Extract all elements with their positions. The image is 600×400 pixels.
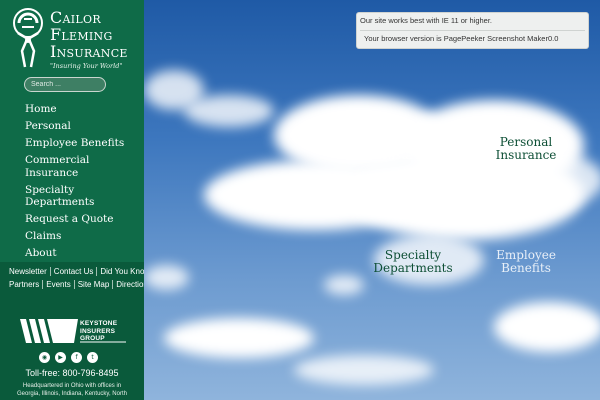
footer-links-row: Partners Events Site Map Directions [6, 280, 144, 289]
footer-links: Newsletter Contact Us Did You Know? Part… [6, 267, 144, 293]
atlas-emblem-icon [13, 8, 43, 68]
hq-line2: Georgia, Illinois, Indiana, Kentucky, No… [17, 391, 127, 397]
facebook-icon[interactable]: f [71, 352, 82, 363]
link-newsletter[interactable]: Newsletter [6, 267, 51, 276]
nav-item-specialty-departments[interactable]: Specialty Departments [25, 184, 137, 209]
link-contact-us[interactable]: Contact Us [51, 267, 98, 276]
nav-item-home[interactable]: Home [25, 103, 137, 116]
browser-notice: Our site works best with IE 11 or higher… [356, 12, 589, 49]
tile-employee-benefits[interactable]: Employee Benefits [476, 249, 576, 275]
keystone-logo[interactable]: KEYSTONE INSURERS GROUP [18, 317, 128, 345]
brand-tagline: "Insuring Your World" [50, 62, 123, 70]
notice-browser-version: Your browser version is PagePeeker Scree… [364, 34, 559, 43]
rss-icon[interactable]: ◉ [39, 352, 50, 363]
link-directions[interactable]: Directions [113, 280, 144, 289]
brand-name-line2: Fleming [50, 25, 113, 44]
footer-links-row: Newsletter Contact Us Did You Know? [6, 267, 144, 276]
sidebar: Cailor Fleming Insurance "Insuring Your … [0, 0, 144, 400]
cloud-shape [324, 275, 364, 295]
hero-sky-image: Commercial Insurance Personal Insurance … [144, 0, 600, 400]
keystone-line1: KEYSTONE [80, 320, 118, 327]
nav-item-commercial-insurance[interactable]: Commercial Insurance [25, 154, 137, 179]
search-input[interactable] [24, 77, 106, 92]
headquarters-text: Headquartered in Ohio with offices in Ge… [0, 382, 144, 398]
nav-item-about[interactable]: About [25, 247, 137, 260]
twitter-icon[interactable]: t [87, 352, 98, 363]
tile-personal-insurance[interactable]: Personal Insurance [476, 136, 576, 162]
cloud-shape [494, 302, 600, 352]
cloud-shape [164, 318, 314, 358]
notice-divider [360, 30, 585, 31]
brand-name-line1: Cailor [50, 8, 101, 27]
main-nav: Home Personal Employee Benefits Commerci… [25, 103, 137, 264]
link-events[interactable]: Events [43, 280, 75, 289]
nav-item-employee-benefits[interactable]: Employee Benefits [25, 137, 137, 150]
link-did-you-know[interactable]: Did You Know? [97, 267, 144, 276]
cloud-shape [144, 265, 189, 290]
keystone-name: KEYSTONE INSURERS GROUP [80, 320, 130, 343]
notice-ie-requirement: Our site works best with IE 11 or higher… [360, 16, 493, 25]
tile-specialty-departments[interactable]: Specialty Departments [363, 249, 463, 275]
social-icons: ◉ ▶ f t [39, 352, 98, 363]
nav-item-claims[interactable]: Claims [25, 230, 137, 243]
brand-name-line3: Insurance [50, 42, 128, 61]
brand-name: Cailor Fleming Insurance [50, 9, 128, 60]
link-site-map[interactable]: Site Map [75, 280, 114, 289]
nav-item-request-quote[interactable]: Request a Quote [25, 213, 137, 226]
cloud-shape [294, 355, 434, 385]
youtube-icon[interactable]: ▶ [55, 352, 66, 363]
hq-line1: Headquartered in Ohio with offices in [22, 383, 122, 389]
link-partners[interactable]: Partners [6, 280, 44, 289]
nav-item-personal[interactable]: Personal [25, 120, 137, 133]
tollfree-phone[interactable]: Toll-free: 800-796-8495 [0, 368, 144, 378]
keystone-line2: INSURERS [80, 327, 116, 335]
cloud-shape [184, 95, 274, 127]
keystone-line3: GROUP [80, 335, 105, 342]
tile-commercial-insurance[interactable]: Commercial Insurance [363, 136, 463, 162]
brand-logo[interactable]: Cailor Fleming Insurance "Insuring Your … [10, 7, 140, 71]
